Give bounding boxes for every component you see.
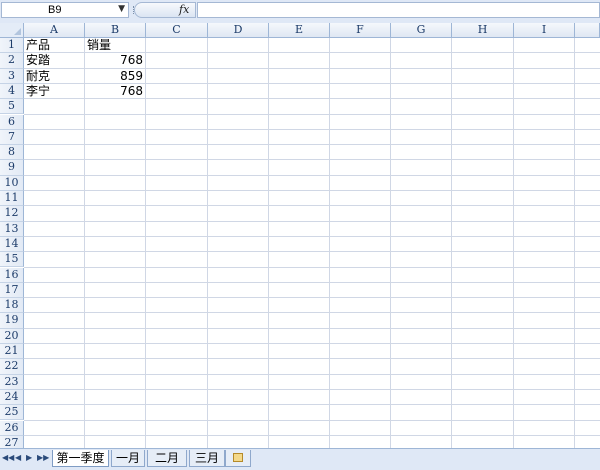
row-header-16[interactable]: 16 <box>0 267 24 283</box>
column-header-g[interactable]: G <box>391 23 452 38</box>
row-header-9[interactable]: 9 <box>0 160 24 176</box>
row-gridline <box>24 235 600 237</box>
row-gridline <box>24 327 600 329</box>
row-header-2[interactable]: 2 <box>0 53 24 69</box>
row-gridline <box>24 419 600 421</box>
row-header-7[interactable]: 7 <box>0 129 24 146</box>
row-gridline <box>24 312 600 314</box>
sheet-tab-2[interactable]: 一月 <box>111 450 145 467</box>
sheet-tab-bar: ◀◀ ◀ ▶ ▶▶ 第一季度 一月 二月 三月 <box>0 448 600 470</box>
row-header-23[interactable]: 23 <box>0 374 24 390</box>
row-gridline <box>24 404 600 406</box>
row-header-17[interactable]: 17 <box>0 282 24 299</box>
row-header-13[interactable]: 13 <box>0 221 24 237</box>
next-sheet-icon[interactable]: ▶ <box>26 453 32 462</box>
row-header-11[interactable]: 11 <box>0 191 24 207</box>
row-header-3[interactable]: 3 <box>0 68 24 84</box>
cell-a1[interactable]: 产品 <box>26 38 85 53</box>
row-gridline <box>24 434 600 436</box>
row-gridline <box>24 159 600 161</box>
select-all-button[interactable] <box>0 23 24 38</box>
name-box-value: B9 <box>48 4 62 16</box>
row-gridline <box>24 297 600 299</box>
column-header-d[interactable]: D <box>208 23 269 38</box>
column-gridline <box>145 38 146 448</box>
row-header-26[interactable]: 26 <box>0 420 24 436</box>
first-sheet-icon[interactable]: ◀◀ <box>2 453 14 462</box>
row-gridline <box>24 343 600 344</box>
row-gridline <box>24 388 600 390</box>
name-box[interactable]: B9 ▼ <box>1 2 129 18</box>
row-gridline <box>24 144 600 146</box>
row-gridline <box>24 266 600 268</box>
row-header-12[interactable]: 12 <box>0 206 24 222</box>
column-gridline <box>574 38 575 448</box>
row-header-8[interactable]: 8 <box>0 145 24 161</box>
row-header-22[interactable]: 22 <box>0 359 24 375</box>
column-header-h[interactable]: H <box>452 23 514 38</box>
select-all-icon <box>14 28 21 35</box>
row-header-24[interactable]: 24 <box>0 389 24 406</box>
formula-input[interactable] <box>197 2 600 18</box>
row-gridline <box>24 281 600 283</box>
column-header-e[interactable]: E <box>269 23 330 38</box>
row-gridline <box>24 174 600 176</box>
row-header-5[interactable]: 5 <box>0 99 24 115</box>
cell-b2[interactable]: 768 <box>85 53 143 68</box>
formula-bar: B9 ▼ fx <box>0 0 600 22</box>
cell-b4[interactable]: 768 <box>85 84 143 99</box>
sheet-tab-3[interactable]: 二月 <box>147 450 187 467</box>
row-header-19[interactable]: 19 <box>0 313 24 329</box>
insert-sheet-button[interactable] <box>225 450 251 467</box>
row-header-18[interactable]: 18 <box>0 298 24 314</box>
column-gridline <box>451 38 452 448</box>
column-gridline <box>513 38 514 448</box>
prev-sheet-icon[interactable]: ◀ <box>15 453 21 462</box>
row-gridline <box>24 128 600 130</box>
cell-b1[interactable]: 销量 <box>87 38 146 53</box>
column-header-i[interactable]: I <box>514 23 575 38</box>
new-sheet-icon <box>233 453 243 462</box>
row-header-10[interactable]: 10 <box>0 175 24 191</box>
row-gridline <box>24 113 600 115</box>
column-gridline <box>84 38 85 448</box>
row-header-21[interactable]: 21 <box>0 344 24 360</box>
row-header-14[interactable]: 14 <box>0 236 24 253</box>
column-gridline <box>207 38 208 448</box>
column-header-c[interactable]: C <box>146 23 208 38</box>
fx-icon: fx <box>179 3 190 16</box>
row-header-25[interactable]: 25 <box>0 405 24 421</box>
column-header-b[interactable]: B <box>85 23 146 38</box>
column-gridline <box>390 38 391 448</box>
last-sheet-icon[interactable]: ▶▶ <box>37 453 49 462</box>
column-header-a[interactable]: A <box>24 23 85 38</box>
column-gridline <box>329 38 330 448</box>
cell-a2[interactable]: 安踏 <box>26 53 85 68</box>
row-header-1[interactable]: 1 <box>0 38 24 54</box>
row-header-27[interactable]: 27 <box>0 435 24 448</box>
column-header-f[interactable]: F <box>330 23 391 38</box>
column-header-partial[interactable] <box>575 23 600 38</box>
row-gridline <box>24 373 600 375</box>
sheet-tab-4[interactable]: 三月 <box>189 450 225 467</box>
spreadsheet-grid[interactable]: ABCDEFGHI 1 2 3 4 5 6 7 8 9 10 11 12 13 14 15 16 17 18 19 2… <box>0 23 600 448</box>
cell-b3[interactable]: 859 <box>85 69 143 84</box>
row-header-20[interactable]: 20 <box>0 328 24 344</box>
row-gridline <box>24 358 600 360</box>
row-header-4[interactable]: 4 <box>0 83 24 100</box>
cell-a4[interactable]: 李宁 <box>26 84 85 99</box>
sheet-tab-1[interactable]: 第一季度 <box>52 450 109 467</box>
row-gridline <box>24 251 600 253</box>
row-gridline <box>24 205 600 207</box>
row-header-15[interactable]: 15 <box>0 252 24 268</box>
chevron-down-icon[interactable]: ▼ <box>118 4 125 14</box>
column-gridline <box>268 38 269 448</box>
cell-a3[interactable]: 耐克 <box>26 69 85 84</box>
insert-function-button[interactable]: fx <box>134 2 196 18</box>
row-header-6[interactable]: 6 <box>0 114 24 130</box>
row-gridline <box>24 220 600 222</box>
row-gridline <box>24 190 600 191</box>
